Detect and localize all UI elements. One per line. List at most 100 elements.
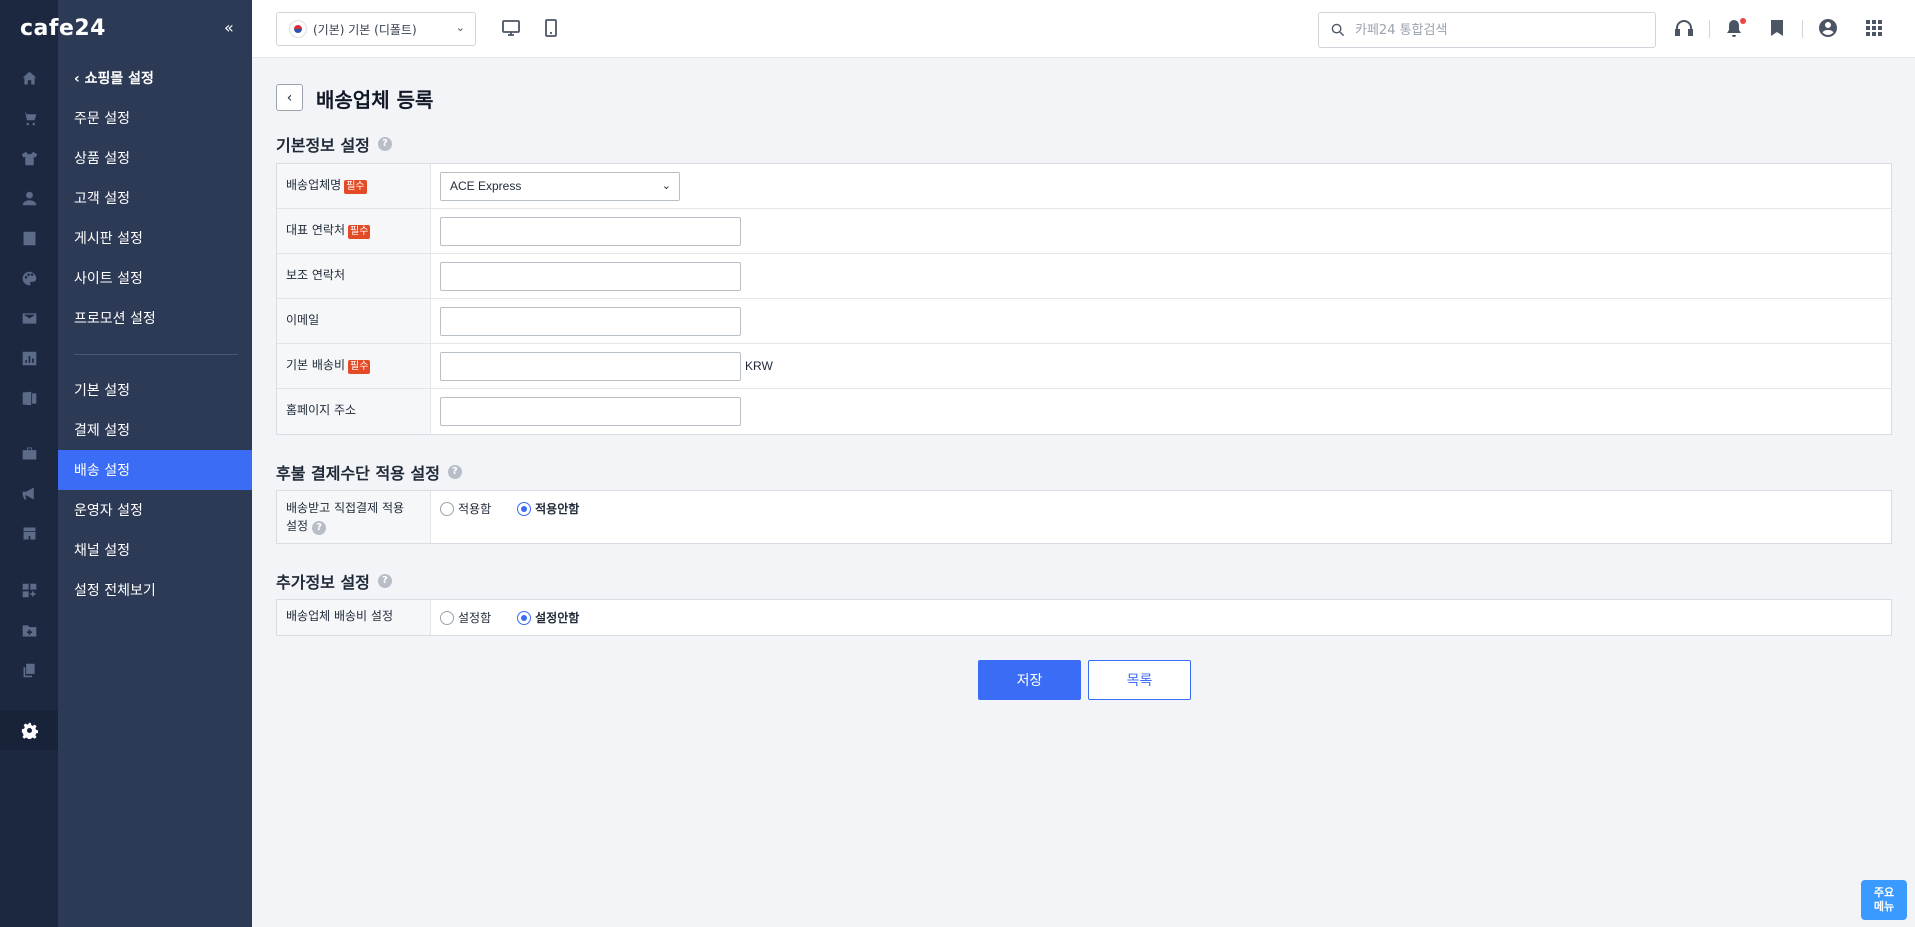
radio-circle[interactable] [440,501,454,516]
direct-payment-label-line2-text: 설정 [286,519,309,533]
save-button[interactable]: 저장 [978,660,1081,700]
search-icon [1331,23,1345,41]
radio-not-apply[interactable]: 적용안함 [517,500,579,517]
radio-apply[interactable]: 적용함 [440,500,491,517]
headset-icon[interactable] [1674,18,1696,40]
deferred-payment-table: 배송받고 직접결제 적용 설정? 적용함 적용안함 [276,490,1892,544]
help-icon[interactable]: ? [377,574,392,588]
sidebar-item-operator[interactable]: 운영자 설정 [58,490,252,530]
header-divider [1709,20,1710,38]
account-icon[interactable] [1818,18,1840,40]
mail-icon[interactable] [19,308,39,328]
email-label: 이메일 [277,299,431,343]
home-icon[interactable] [19,68,39,88]
briefcase-icon[interactable] [19,443,39,463]
direct-payment-label: 배송받고 직접결제 적용 설정? [277,491,431,543]
megaphone-icon[interactable] [19,483,39,503]
homepage-label: 홈페이지 주소 [277,389,431,434]
sidebar-item-promotion[interactable]: 프로모션 설정 [58,298,252,338]
extra-info-title-text: 추가정보 설정 [276,573,370,592]
sidebar-item-board[interactable]: 게시판 설정 [58,218,252,258]
basic-info-table: 배송업체명 필수 ACE Express ⌄ 대표 연락처 필수 보조 연락처 이메일… [276,163,1892,435]
base-fee-input[interactable] [440,351,741,381]
radio-not-set-label: 설정안함 [535,611,580,625]
korea-flag-icon [289,20,307,38]
header-divider [1802,20,1803,38]
mobile-view-icon[interactable] [541,18,563,40]
base-fee-label: 기본 배송비 필수 [277,344,431,388]
folder-add-icon[interactable] [19,620,39,640]
copy-icon[interactable] [19,660,39,680]
app-grid-icon[interactable] [1864,18,1886,40]
radio-set[interactable]: 설정함 [440,609,491,626]
global-search[interactable] [1318,12,1656,48]
extra-info-table: 배송업체 배송비 설정 설정함 설정안함 [276,599,1892,636]
sidebar-item-all-settings[interactable]: 설정 전체보기 [58,570,252,610]
help-icon[interactable]: ? [377,137,392,151]
basic-info-section-title: 기본정보 설정 ? [276,132,392,156]
quick-menu-button[interactable]: 주요 메뉴 [1861,880,1907,920]
main-phone-label: 대표 연락처 필수 [277,209,431,253]
cafe24-logo[interactable]: cafe24 [20,16,106,41]
base-fee-label-text: 기본 배송비 [286,358,346,372]
chevron-down-icon: ⌄ [455,21,465,34]
sidebar-item-channel[interactable]: 채널 설정 [58,530,252,570]
user-icon[interactable] [19,188,39,208]
sub-phone-input[interactable] [440,261,741,291]
sidebar-header-label: 쇼핑몰 설정 [84,71,154,87]
radio-set-label: 설정함 [458,611,492,625]
direct-payment-label-line1: 배송받고 직접결제 적용 [286,501,405,515]
sidebar-item-site[interactable]: 사이트 설정 [58,258,252,298]
search-input[interactable] [1355,22,1645,38]
palette-icon[interactable] [19,268,39,288]
deferred-payment-section-title: 후불 결제수단 적용 설정 ? [276,460,462,484]
shirt-icon[interactable] [19,148,39,168]
required-badge: 필수 [344,180,367,194]
settings-rail-active[interactable] [0,710,58,750]
sidebar-divider [74,354,238,355]
quick-menu-line2: 메뉴 [1873,900,1895,913]
carrier-name-select[interactable]: ACE Express ⌄ [440,171,680,201]
radio-circle-selected[interactable] [517,610,532,625]
sidebar-item-product[interactable]: 상품 설정 [58,138,252,178]
collapse-sidebar-button[interactable]: « [224,18,234,37]
radio-apply-label: 적용함 [458,502,492,516]
excel-icon[interactable] [19,388,39,408]
apps-add-icon[interactable] [19,580,39,600]
deferred-payment-title-text: 후불 결제수단 적용 설정 [276,464,440,483]
carrier-fee-setting-label: 배송업체 배송비 설정 [277,600,431,635]
back-button[interactable]: ‹ [276,84,303,111]
notification-bell-icon[interactable] [1724,18,1746,40]
board-icon[interactable] [19,228,39,248]
bookmark-icon[interactable] [1767,18,1789,40]
basic-info-title-text: 기본정보 설정 [276,136,370,155]
sidebar-item-order[interactable]: 주문 설정 [58,98,252,138]
sidebar-back-shop-settings[interactable]: ‹ 쇼핑몰 설정 [74,68,154,88]
sidebar-item-customer[interactable]: 고객 설정 [58,178,252,218]
icon-rail [0,0,58,927]
extra-info-section-title: 추가정보 설정 ? [276,569,392,593]
sidebar-item-basic[interactable]: 기본 설정 [58,370,252,410]
shop-selector[interactable]: (기본) 기본 (디폴트) ⌄ [276,12,476,46]
radio-circle[interactable] [440,610,454,625]
desktop-view-icon[interactable] [501,18,523,40]
notification-dot [1740,18,1746,24]
carrier-name-label-text: 배송업체명 [286,178,342,192]
radio-not-set[interactable]: 설정안함 [517,609,579,626]
sidebar-item-payment[interactable]: 결제 설정 [58,410,252,450]
gear-icon[interactable] [19,720,39,740]
help-icon[interactable]: ? [312,521,327,535]
cart-icon[interactable] [19,108,39,128]
chart-icon[interactable] [19,348,39,368]
list-button[interactable]: 목록 [1088,660,1191,700]
carrier-name-label: 배송업체명 필수 [277,164,431,208]
email-field[interactable] [440,306,741,336]
sidebar-item-shipping[interactable]: 배송 설정 [58,450,252,490]
homepage-input[interactable] [440,397,741,426]
radio-circle-selected[interactable] [517,501,532,516]
main-phone-input[interactable] [440,216,741,246]
help-icon[interactable]: ? [447,465,462,479]
store-add-icon[interactable] [19,523,39,543]
quick-menu-line1: 주요 [1873,886,1895,899]
radio-not-apply-label: 적용안함 [535,502,580,516]
